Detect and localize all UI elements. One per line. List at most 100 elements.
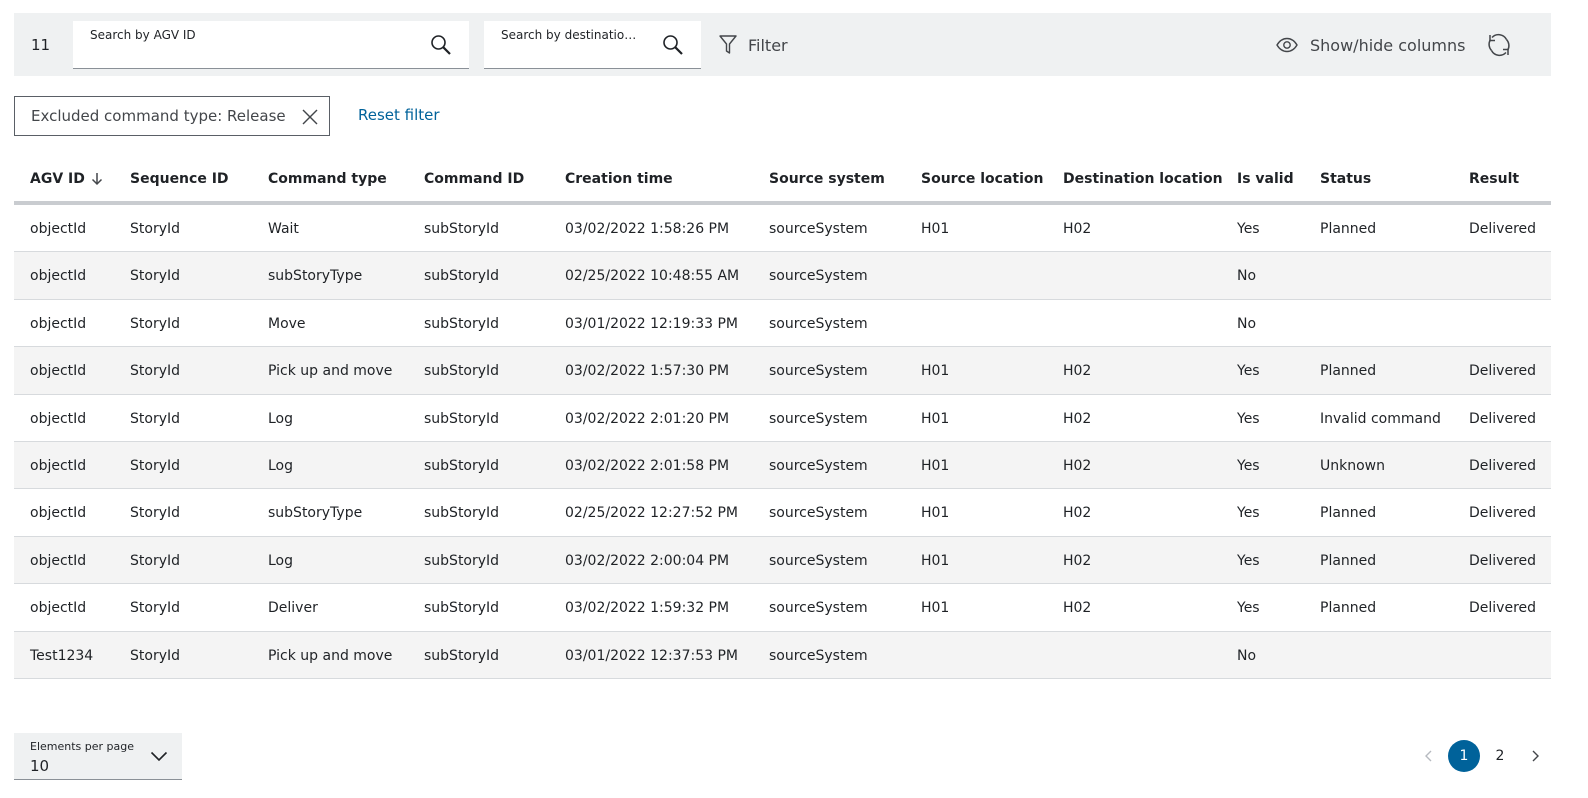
cell-creation-time: 02/25/2022 12:27:52 PM <box>565 505 738 522</box>
column-header-destination-location[interactable]: Destination location <box>1063 171 1223 187</box>
cell-sequence-id: StoryId <box>130 363 180 380</box>
cell-command-type: Deliver <box>268 600 318 617</box>
refresh-icon[interactable] <box>1486 32 1512 58</box>
cell-command-type: Wait <box>268 221 299 237</box>
column-header-sequence-id[interactable]: Sequence ID <box>130 171 229 187</box>
cell-source-location: H01 <box>921 600 950 617</box>
table-row[interactable]: objectId StoryId Deliver subStoryId 03/02/20… <box>14 584 1551 632</box>
page-button-1[interactable]: 1 <box>1448 740 1480 772</box>
column-header-command-id[interactable]: Command ID <box>424 171 524 187</box>
cell-source-system: sourceSystem <box>769 552 868 569</box>
cell-source-system: sourceSystem <box>769 457 868 474</box>
cell-command-id: subStoryId <box>424 457 500 474</box>
column-header-agv-id[interactable]: AGV ID <box>30 171 103 187</box>
column-header-label: Command ID <box>424 171 525 187</box>
search-agv-placeholder: Search by AGV ID <box>90 28 196 42</box>
cell-source-location: H01 <box>921 457 950 474</box>
cell-result: Delivered <box>1469 457 1537 474</box>
cell-agv-id: objectId <box>30 552 87 569</box>
table-row[interactable]: objectId StoryId subStoryType subStoryId 02/… <box>14 489 1551 537</box>
page-button-2[interactable]: 2 <box>1484 740 1516 772</box>
cell-destination-location: H02 <box>1063 552 1092 569</box>
cell-command-id: subStoryId <box>424 221 500 237</box>
chevron-left-icon[interactable] <box>1422 749 1436 763</box>
column-header-creation-time[interactable]: Creation time <box>565 171 673 187</box>
cell-agv-id: objectId <box>30 315 87 332</box>
column-header-label: Is valid <box>1237 171 1294 187</box>
close-icon[interactable] <box>301 108 319 126</box>
filter-chip-label: Excluded command type: Release <box>31 107 286 125</box>
cell-creation-time: 02/25/2022 10:48:55 AM <box>565 268 740 285</box>
cell-sequence-id: StoryId <box>130 268 180 285</box>
cell-command-type: Log <box>268 457 294 474</box>
cell-command-type: Pick up and move <box>268 363 393 380</box>
table-row[interactable]: objectId StoryId Log subStoryId 03/02/2022 2… <box>14 395 1551 442</box>
cell-source-system: sourceSystem <box>769 221 868 237</box>
table-row[interactable]: objectId StoryId Move subStoryId 03/01/2022 … <box>14 300 1551 348</box>
column-header-is-valid[interactable]: Is valid <box>1237 171 1294 187</box>
cell-result: Delivered <box>1469 410 1537 427</box>
cell-is-valid: No <box>1237 647 1257 664</box>
cell-is-valid: Yes <box>1237 410 1260 427</box>
table-row[interactable]: Test1234 StoryId Pick up and move subStoryI… <box>14 631 1551 679</box>
filter-button[interactable]: Filter <box>718 33 788 57</box>
cell-command-type: Log <box>268 552 294 569</box>
cell-command-id: subStoryId <box>424 268 500 285</box>
table-row[interactable]: objectId StoryId Pick up and move subStoryI… <box>14 347 1551 395</box>
elements-per-page-label: Elements per page <box>30 740 135 753</box>
cell-command-id: subStoryId <box>424 647 500 664</box>
column-header-label: Status <box>1320 171 1372 187</box>
column-header-result[interactable]: Result <box>1469 171 1519 187</box>
cell-command-id: subStoryId <box>424 600 500 617</box>
cell-is-valid: No <box>1237 315 1257 332</box>
cell-destination-location: H02 <box>1063 505 1092 522</box>
cell-is-valid: Yes <box>1237 600 1260 617</box>
filter-label: Filter <box>748 35 788 55</box>
cell-is-valid: Yes <box>1237 552 1260 569</box>
column-header-command-type[interactable]: Command type <box>268 171 387 187</box>
cell-source-system: sourceSystem <box>769 363 868 380</box>
column-header-label: Sequence ID <box>130 171 229 187</box>
arrow-down-icon <box>91 173 102 186</box>
column-header-status[interactable]: Status <box>1320 171 1371 187</box>
cell-agv-id: objectId <box>30 268 87 285</box>
column-header-label: Source location <box>921 171 1044 187</box>
search-agv-input[interactable]: Search by AGV ID <box>73 21 469 69</box>
cell-result: Delivered <box>1469 552 1537 569</box>
column-header-label: Command type <box>268 171 387 187</box>
cell-creation-time: 03/01/2022 12:37:53 PM <box>565 647 738 664</box>
show-hide-columns-label: Show/hide columns <box>1310 35 1466 55</box>
cell-sequence-id: StoryId <box>130 505 180 522</box>
show-hide-columns-button[interactable]: Show/hide columns <box>1276 33 1465 57</box>
column-header-label: Source system <box>769 171 885 187</box>
search-icon[interactable] <box>661 33 685 57</box>
column-header-label: Creation time <box>565 171 673 187</box>
table-row[interactable]: objectId StoryId Log subStoryId 03/02/2022 2… <box>14 441 1551 490</box>
column-header-source-location[interactable]: Source location <box>921 171 1043 187</box>
chevron-right-icon[interactable] <box>1528 749 1542 763</box>
cell-sequence-id: StoryId <box>130 600 180 617</box>
column-header-label: AGV ID <box>30 171 85 187</box>
search-icon[interactable] <box>429 33 453 57</box>
elements-per-page-select[interactable]: Elements per page 10 <box>14 733 182 780</box>
commands-table: AGV ID Sequence ID Command type Command … <box>14 157 1551 679</box>
cell-source-location: H01 <box>921 363 950 380</box>
cell-destination-location: H02 <box>1063 363 1092 380</box>
result-count: 11 <box>31 36 51 54</box>
column-header-source-system[interactable]: Source system <box>769 171 885 187</box>
table-row[interactable]: objectId StoryId Wait subStoryId 03/02/2022 … <box>14 205 1551 253</box>
cell-agv-id: objectId <box>30 505 87 522</box>
cell-agv-id: Test1234 <box>30 647 94 664</box>
cell-agv-id: objectId <box>30 363 87 380</box>
cell-status: Planned <box>1320 363 1377 380</box>
table-row[interactable]: objectId StoryId Log subStoryId 03/02/2022 2… <box>14 536 1551 585</box>
cell-agv-id: objectId <box>30 410 87 427</box>
cell-status: Planned <box>1320 552 1377 569</box>
column-header-label: Result <box>1469 171 1520 187</box>
search-destination-input[interactable]: Search by destination... <box>484 21 701 69</box>
cell-source-system: sourceSystem <box>769 315 868 332</box>
cell-destination-location: H02 <box>1063 221 1092 237</box>
table-row[interactable]: objectId StoryId subStoryType subStoryId 02/… <box>14 252 1551 300</box>
reset-filter-link[interactable]: Reset filter <box>358 106 440 124</box>
cell-agv-id: objectId <box>30 221 87 237</box>
